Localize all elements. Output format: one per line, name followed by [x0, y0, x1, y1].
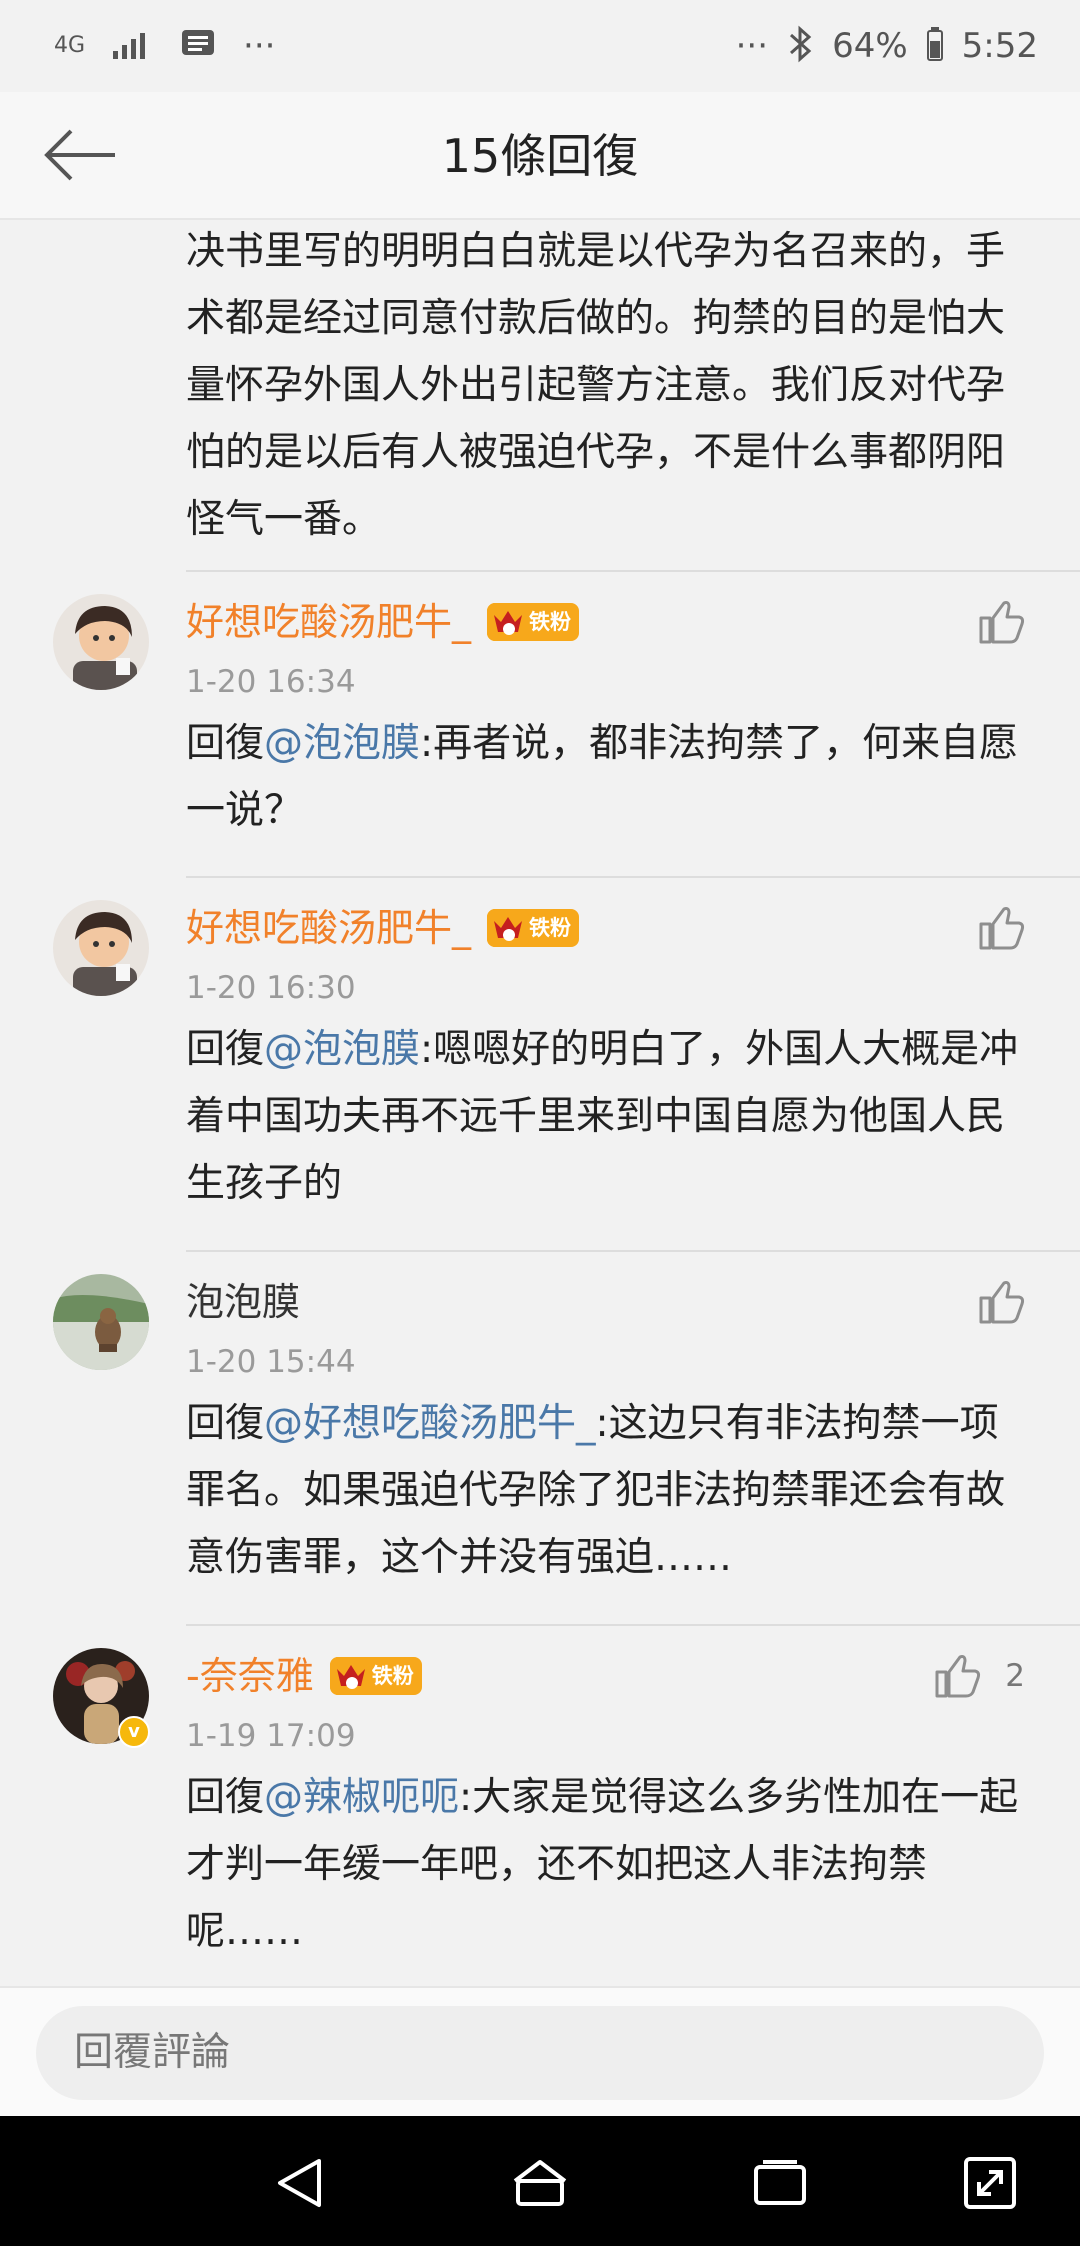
parent-comment-text: 决书里写的明明白白就是以代孕为名召来的，手术都是经过同意付款后做的。拘禁的目的是…: [186, 229, 1006, 542]
comment-text: 回復@好想吃酸汤肥牛_:这边只有非法拘禁一项罪名。如果强迫代孕除了犯非法拘禁罪还…: [186, 1390, 1036, 1591]
comment-time: 1-20 16:30: [186, 970, 356, 1006]
username[interactable]: 泡泡膜: [186, 1276, 300, 1328]
comment-text: 回復@泡泡膜:嗯嗯好的明白了，外国人大概是冲着中国功夫再不远千里来到中国自愿为他…: [186, 1016, 1036, 1217]
more-status-dots-right: ···: [735, 26, 769, 66]
comment-separator: [186, 1250, 1080, 1252]
message-icon: [179, 27, 217, 65]
comment-header: 好想吃酸汤肥牛_ 铁粉: [186, 596, 580, 648]
fan-badge-label: 铁粉: [529, 916, 572, 940]
like-count: 2: [1005, 1658, 1025, 1694]
recent-apps-button[interactable]: [745, 2148, 815, 2218]
thumbs-up-icon: [979, 601, 1025, 644]
verified-badge-icon: v: [118, 1716, 150, 1748]
back-nav-button[interactable]: [265, 2148, 335, 2218]
thumbs-up-icon: [979, 907, 1025, 950]
reply-input[interactable]: 回覆評論: [36, 2006, 1044, 2100]
username[interactable]: 好想吃酸汤肥牛_: [186, 902, 471, 954]
system-navigation-bar: [0, 2116, 1080, 2246]
crown-icon: [487, 603, 530, 641]
battery-icon: [926, 26, 944, 66]
expand-icon: [964, 2157, 1016, 2209]
expand-screen-button[interactable]: [955, 2148, 1025, 2218]
fan-badge-label: 铁粉: [371, 1664, 414, 1688]
mention-link[interactable]: @泡泡膜: [264, 721, 420, 766]
status-left: 4G ···: [54, 18, 275, 74]
top-app-bar: 15條回復: [0, 92, 1080, 220]
status-right: ··· 64% 5:52: [736, 18, 1038, 74]
battery-percentage: 64%: [832, 26, 908, 66]
reply-label: 回復: [186, 721, 265, 766]
thumbs-up-icon: [979, 1281, 1025, 1324]
comment-time: 1-19 17:09: [186, 1718, 356, 1754]
comment-list[interactable]: 决书里写的明明白白就是以代孕为名召来的，手术都是经过同意付款后做的。拘禁的目的是…: [0, 218, 1080, 1986]
mention-link[interactable]: @辣椒呃呃: [264, 1775, 459, 1820]
thumbs-up-icon: [935, 1655, 981, 1698]
avatar[interactable]: [53, 594, 149, 690]
like-button[interactable]: [977, 902, 1025, 954]
comment-text: 回復@泡泡膜:再者说，都非法拘禁了，何来自愿一说？: [186, 710, 1036, 844]
comment-header: -奈奈雅 铁粉: [186, 1650, 422, 1702]
clock: 5:52: [961, 26, 1038, 66]
fan-badge: 铁粉: [487, 603, 580, 641]
status-bar: 4G ··· ··· 64% 5:52: [0, 0, 1080, 92]
comment-header: 泡泡膜: [186, 1276, 300, 1328]
reply-label: 回復: [186, 1027, 265, 1072]
bluetooth-icon: [786, 24, 814, 68]
fan-badge: 铁粉: [329, 1657, 422, 1695]
comment-text: 回復@辣椒呃呃:大家是觉得这么多劣性加在一起才判一年缓一年吧，还不如把这人非法拘…: [186, 1764, 1036, 1965]
recent-apps-icon: [754, 2160, 806, 2205]
like-button[interactable]: [977, 1276, 1025, 1328]
mention-link[interactable]: @泡泡膜: [264, 1027, 420, 1072]
fan-badge: 铁粉: [487, 909, 580, 947]
like-button[interactable]: [977, 596, 1025, 648]
username[interactable]: 好想吃酸汤肥牛_: [186, 596, 471, 648]
comment-separator: [186, 1624, 1080, 1626]
avatar[interactable]: [53, 1274, 149, 1370]
comment-item[interactable]: 好想吃酸汤肥牛_ 铁粉 1-20 16:34 回復@泡泡膜:再者说，都非法拘禁了: [0, 570, 1080, 876]
fan-badge-label: 铁粉: [529, 610, 572, 634]
page-title: 15條回復: [441, 129, 639, 183]
avatar[interactable]: [53, 900, 149, 996]
comment-separator: [186, 876, 1080, 878]
like-button[interactable]: 2: [933, 1650, 1025, 1702]
comment-time: 1-20 16:34: [186, 664, 356, 700]
home-nav-button[interactable]: [505, 2148, 575, 2218]
signal-icon: [111, 27, 153, 65]
comment-header: 好想吃酸汤肥牛_ 铁粉: [186, 902, 580, 954]
network-indicator: 4G: [54, 33, 86, 58]
comment-time: 1-20 15:44: [186, 1344, 356, 1380]
username[interactable]: -奈奈雅: [186, 1650, 314, 1702]
reply-label: 回復: [186, 1401, 265, 1446]
back-triangle-icon: [278, 2159, 321, 2207]
more-status-dots: ···: [243, 26, 276, 66]
reply-bar: 回覆評論: [0, 1986, 1080, 2118]
crown-icon: [329, 1657, 372, 1695]
app-screen: 4G ··· ··· 64% 5:52 15條回復 决书里写的明明白白就是以代孕…: [0, 0, 1080, 2246]
comment-item[interactable]: v -奈奈雅 铁粉 2 1-19 17:09 回復@辣椒呃呃:大家是觉得这么多劣…: [0, 1624, 1080, 1986]
comment-item[interactable]: 好想吃酸汤肥牛_ 铁粉 1-20 16:30 回復@泡泡膜:嗯嗯好的明白了，外国: [0, 876, 1080, 1250]
reply-label: 回復: [186, 1775, 265, 1820]
mention-link[interactable]: @好想吃酸汤肥牛_: [264, 1401, 596, 1446]
home-icon: [513, 2160, 567, 2206]
comment-item[interactable]: 泡泡膜 1-20 15:44 回復@好想吃酸汤肥牛_:这边只有非法拘禁一项罪名。…: [0, 1250, 1080, 1624]
crown-icon: [487, 909, 530, 947]
comment-separator: [186, 570, 1080, 572]
